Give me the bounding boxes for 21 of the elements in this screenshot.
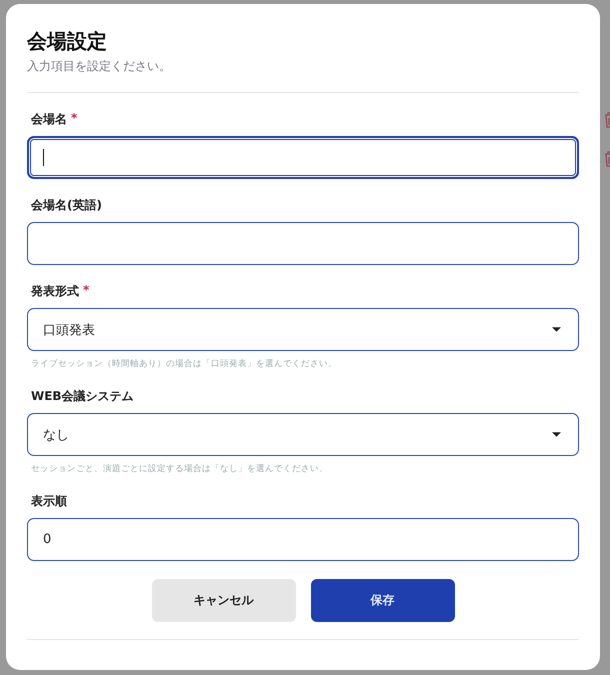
cancel-button[interactable]: キャンセル bbox=[152, 579, 296, 622]
text-cursor bbox=[43, 149, 44, 166]
help-text: セッションごと、演題ごとに設定する場合は「なし」を選んでください。 bbox=[30, 463, 329, 475]
field-label: 会場名(英語) bbox=[31, 197, 102, 214]
field-label: 表示順 bbox=[31, 493, 67, 510]
select-field[interactable]: なし bbox=[27, 413, 579, 456]
field-label: 会場名 bbox=[31, 111, 67, 128]
field-label: 発表形式 bbox=[31, 283, 79, 300]
dropdown-icon bbox=[552, 327, 561, 332]
input-field[interactable]: 0 bbox=[27, 518, 579, 561]
input-field[interactable] bbox=[27, 136, 579, 179]
dialog-title: 会場設定 bbox=[27, 28, 108, 54]
dialog-subtitle: 入力項目を設定ください。 bbox=[27, 58, 172, 75]
field-label: WEB会議システム bbox=[31, 388, 134, 405]
help-text: ライブセッション（時間軸あり）の場合は「口頭発表」を選んでください。 bbox=[30, 358, 338, 370]
required-mark: * bbox=[83, 283, 90, 299]
dropdown-icon bbox=[552, 432, 561, 437]
select-field[interactable]: 口頭発表 bbox=[27, 308, 579, 351]
save-button[interactable]: 保存 bbox=[310, 579, 454, 622]
required-mark: * bbox=[71, 111, 78, 127]
input-field[interactable] bbox=[27, 222, 579, 265]
